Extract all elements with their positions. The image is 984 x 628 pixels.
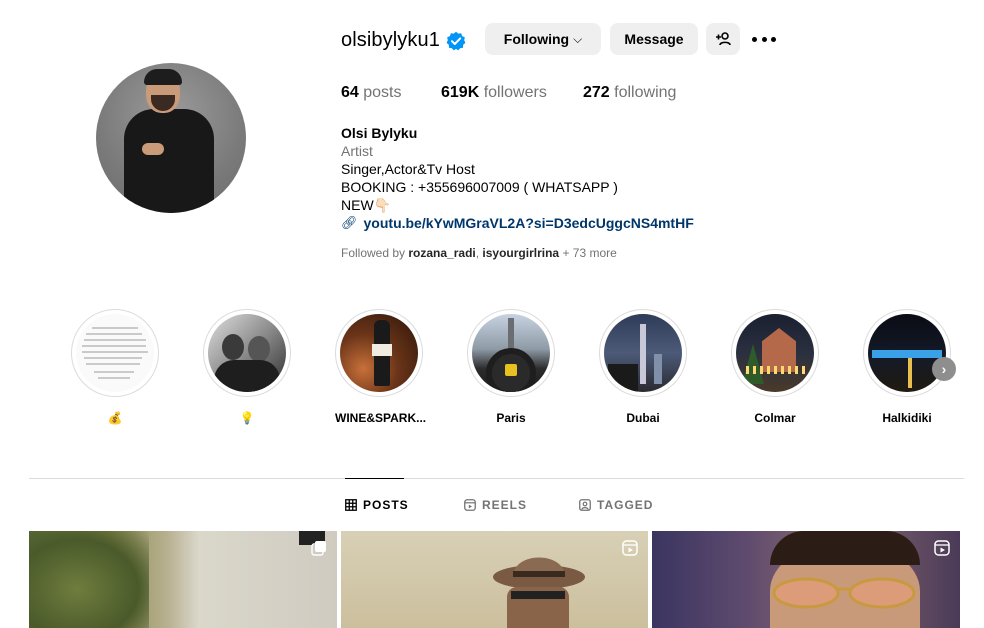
- avatar-hand: [142, 143, 164, 155]
- highlight-item[interactable]: Paris: [467, 309, 555, 425]
- bio-full-name: Olsi Bylyku: [341, 125, 418, 141]
- highlight-label: WINE&SPARK...: [335, 411, 427, 425]
- following-button-label: Following: [503, 31, 570, 47]
- posts-count: 64 posts: [341, 84, 402, 101]
- highlight-label: 💰: [107, 411, 123, 425]
- highlight-item[interactable]: WINE&SPARK...: [335, 309, 427, 425]
- followed-by[interactable]: Followed by rozana_radi, isyourgirlrina …: [341, 246, 617, 260]
- tabs-divider: [29, 478, 964, 479]
- tab-reels-label: REELS: [482, 498, 528, 512]
- profile-username: olsibylyku1: [341, 29, 440, 51]
- post-thumbnail[interactable]: [341, 531, 648, 628]
- followed-by-user[interactable]: rozana_radi: [408, 246, 475, 260]
- profile-avatar[interactable]: [96, 63, 246, 213]
- chevron-right-icon: ›: [941, 361, 947, 377]
- highlight-item[interactable]: 💰: [71, 309, 159, 425]
- reel-icon: [933, 540, 951, 558]
- chevron-down-icon: ⌵: [573, 31, 583, 46]
- active-tab-indicator: [345, 478, 404, 479]
- tab-tagged[interactable]: TAGGED: [579, 498, 653, 512]
- verified-badge-icon: [446, 31, 466, 51]
- highlight-label: 💡: [239, 411, 255, 425]
- reel-icon: [621, 540, 639, 558]
- highlight-item[interactable]: Dubai: [599, 309, 687, 425]
- bio-line: Singer,Actor&Tv Host: [341, 161, 475, 177]
- highlight-label: Dubai: [626, 411, 660, 425]
- bio-line: NEW👇🏻: [341, 197, 392, 213]
- highlights-next-button[interactable]: ›: [932, 357, 956, 381]
- bio-link-text: youtu.be/kYwMGraVL2A?si=D3edcUggcNS4mtHF: [363, 215, 694, 231]
- bio-external-link[interactable]: 🔗︎ youtu.be/kYwMGraVL2A?si=D3edcUggcNS4m…: [341, 214, 694, 232]
- tab-posts[interactable]: POSTS: [345, 498, 409, 512]
- tab-posts-label: POSTS: [363, 498, 409, 512]
- link-icon: 🔗︎: [341, 215, 358, 230]
- more-options-icon[interactable]: [752, 29, 776, 49]
- bio-line: BOOKING : +355696007009 ( WHATSAPP ): [341, 179, 618, 195]
- following-link[interactable]: 272 following: [583, 84, 676, 102]
- bio-category: Artist: [341, 143, 373, 159]
- hair-shape: [770, 531, 920, 565]
- highlight-cover: [604, 314, 682, 392]
- avatar-cap: [144, 69, 182, 85]
- following-button[interactable]: Following ⌵: [485, 23, 601, 55]
- highlight-label: Paris: [496, 411, 526, 425]
- reels-icon: [464, 499, 476, 511]
- highlight-label: Halkidiki: [882, 411, 932, 425]
- highlight-cover: [736, 314, 814, 392]
- grid-icon: [345, 499, 357, 511]
- highlight-item[interactable]: Colmar: [731, 309, 819, 425]
- tab-tagged-label: TAGGED: [597, 498, 654, 512]
- add-user-icon: [716, 32, 731, 46]
- highlight-item[interactable]: 💡: [203, 309, 291, 425]
- message-button-label: Message: [624, 31, 684, 47]
- tab-reels[interactable]: REELS: [464, 498, 527, 512]
- tagged-icon: [579, 499, 591, 511]
- glasses-shape: [772, 577, 916, 609]
- post-thumbnail[interactable]: [29, 531, 337, 628]
- followed-by-user[interactable]: isyourgirlrina: [482, 246, 559, 260]
- suggest-users-button[interactable]: [706, 23, 740, 55]
- carousel-icon: [310, 540, 328, 558]
- highlight-cover: [472, 314, 550, 392]
- highlight-cover: [868, 314, 946, 392]
- post-thumbnail[interactable]: [652, 531, 960, 628]
- highlight-label: Colmar: [754, 411, 796, 425]
- followers-link[interactable]: 619K followers: [441, 84, 547, 102]
- avatar-jacket: [124, 109, 214, 213]
- highlight-cover: [208, 314, 286, 392]
- highlight-cover: [340, 314, 418, 392]
- message-button[interactable]: Message: [610, 23, 698, 55]
- highlight-cover: [76, 314, 154, 392]
